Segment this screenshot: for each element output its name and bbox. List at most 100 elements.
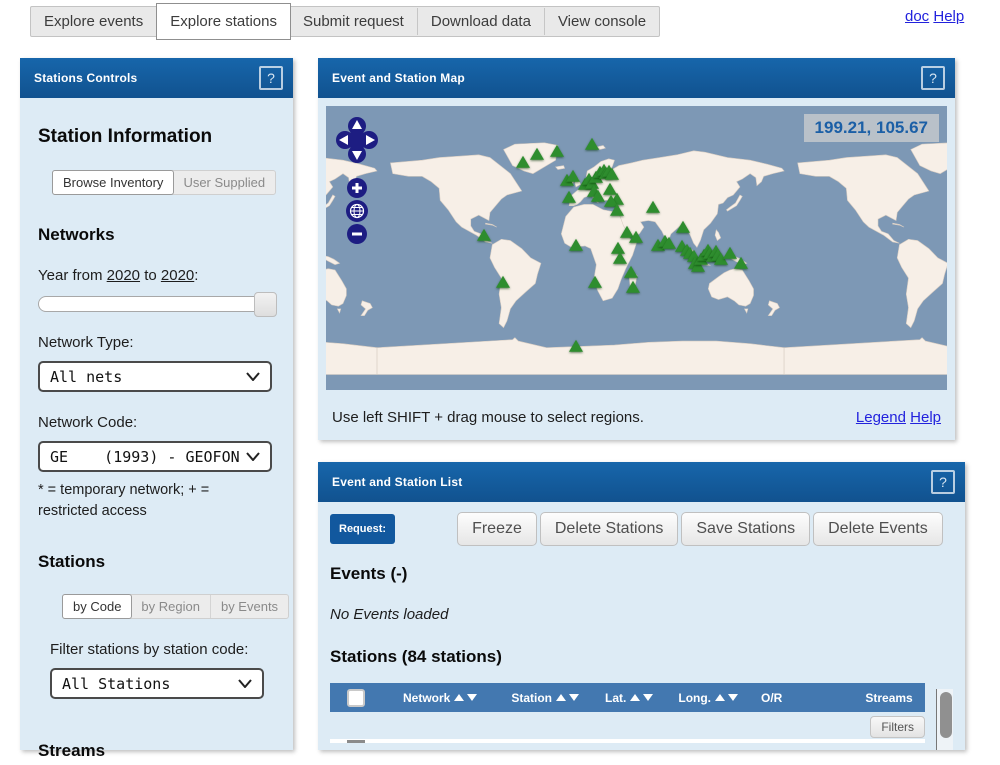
column-or: O/R [761,691,782,705]
sort-network-asc-icon[interactable] [454,694,464,701]
column-station: Station [511,691,552,705]
tab-user-supplied[interactable]: User Supplied [173,171,275,194]
doc-link[interactable]: doc [905,8,929,25]
station-marker[interactable] [530,148,544,160]
map-help-button[interactable]: ? [921,66,945,90]
station-marker[interactable] [610,204,624,216]
tab-by-code[interactable]: by Code [62,594,132,619]
sort-long-desc-icon[interactable] [728,694,738,701]
zoom-control-icon[interactable] [344,177,370,247]
sort-lat-asc-icon[interactable] [630,694,640,701]
chevron-down-icon [246,452,260,461]
stations-controls-help-button[interactable]: ? [259,66,283,90]
world-map[interactable]: 199.21, 105.67 [326,106,947,390]
stations-heading: Stations [38,552,275,572]
map-hint-text: Use left SHIFT + drag mouse to select re… [332,409,644,426]
top-navigation: Explore events Explore stations Submit r… [30,6,660,37]
legend-link[interactable]: Legend [856,409,906,426]
tab-browse-inventory[interactable]: Browse Inventory [52,170,174,195]
station-marker[interactable] [569,340,583,352]
station-marker[interactable] [477,229,491,241]
station-code-select[interactable]: All Stations [50,668,264,699]
events-heading: Events (-) [330,564,965,584]
map-panel-header: Event and Station Map ? [318,58,955,98]
tab-explore-stations[interactable]: Explore stations [156,3,291,40]
station-marker[interactable] [605,168,619,180]
year-range-label: Year from 2020 to 2020: [38,267,275,284]
year-slider-handle[interactable] [254,292,277,317]
table-row [330,739,925,743]
list-actions: Freeze Delete Stations Save Stations Del… [457,512,943,546]
stations-table-scrollbar[interactable] [936,689,953,750]
station-marker[interactable] [676,220,690,232]
tab-by-region[interactable]: by Region [131,595,211,618]
list-toolbar: Request: Freeze Delete Stations Save Sta… [318,502,965,550]
year-to-value[interactable]: 2020 [161,267,194,284]
sort-station-asc-icon[interactable] [556,694,566,701]
station-marker[interactable] [569,238,583,250]
station-marker[interactable] [588,276,602,288]
stations-count-heading: Stations (84 stations) [330,647,965,667]
station-marker[interactable] [626,281,640,293]
network-type-label: Network Type: [38,334,275,351]
network-type-select[interactable]: All nets [38,361,272,392]
map-navigation-controls [336,116,378,247]
network-note: * = temporary network; + = restricted ac… [38,480,268,522]
list-panel-title: Event and Station List [332,475,462,489]
main-tabbar: Explore events Explore stations Submit r… [30,6,660,37]
sort-long-asc-icon[interactable] [715,694,725,701]
column-streams: Streams [865,691,912,705]
station-marker[interactable] [562,191,576,203]
filters-button[interactable]: Filters [870,716,925,738]
delete-events-button[interactable]: Delete Events [813,512,943,546]
list-help-button[interactable]: ? [931,470,955,494]
chevron-down-icon [238,679,252,688]
stations-table-header: Network Station Lat. Long. O/R Streams [330,683,925,712]
delete-stations-button[interactable]: Delete Stations [540,512,679,546]
station-marker[interactable] [734,257,748,269]
tab-download-data[interactable]: Download data [418,8,545,35]
freeze-button[interactable]: Freeze [457,512,537,546]
station-marker[interactable] [646,201,660,213]
row-checkbox[interactable] [347,740,365,743]
doc-links: doc Help [905,8,964,25]
year-range-slider[interactable] [38,296,266,312]
sort-station-desc-icon[interactable] [569,694,579,701]
network-code-select[interactable]: GE (1993) - GEOFON [38,441,272,472]
tab-by-events[interactable]: by Events [211,595,288,618]
sort-lat-desc-icon[interactable] [643,694,653,701]
help-link[interactable]: Help [933,8,964,25]
scrollbar-thumb[interactable] [940,692,952,738]
list-panel-header: Event and Station List ? [318,462,965,502]
streams-heading: Streams [38,741,275,761]
station-information-heading: Station Information [38,126,275,148]
sort-network-desc-icon[interactable] [467,694,477,701]
filters-row: Filters [330,712,925,739]
year-from-value[interactable]: 2020 [107,267,140,284]
networks-heading: Networks [38,225,275,245]
pan-control-icon[interactable] [336,116,378,164]
request-button[interactable]: Request: [330,514,395,544]
station-marker[interactable] [496,276,510,288]
event-station-list-panel: Event and Station List ? Request: Freeze… [318,462,965,750]
event-station-map-panel: Event and Station Map ? 199.21, 105.67 [318,58,955,440]
tab-submit-request[interactable]: Submit request [290,8,418,35]
no-events-message: No Events loaded [330,606,965,623]
column-long: Long. [678,691,711,705]
network-code-label: Network Code: [38,414,275,431]
station-marker[interactable] [624,266,638,278]
inventory-source-tabs: Browse Inventory User Supplied [52,170,276,195]
station-marker[interactable] [516,156,530,168]
station-marker[interactable] [629,230,643,242]
station-filter-tabs: by Code by Region by Events [62,594,289,619]
station-marker[interactable] [550,145,564,157]
tab-explore-events[interactable]: Explore events [31,8,157,35]
select-all-checkbox[interactable] [347,689,365,707]
tab-view-console[interactable]: View console [545,8,659,35]
station-marker[interactable] [585,138,599,150]
station-marker[interactable] [613,251,627,263]
stations-controls-panel: Stations Controls ? Station Information … [20,58,293,750]
stations-table: Network Station Lat. Long. O/R Streams [330,683,925,712]
map-help-link[interactable]: Help [910,409,941,426]
save-stations-button[interactable]: Save Stations [681,512,810,546]
